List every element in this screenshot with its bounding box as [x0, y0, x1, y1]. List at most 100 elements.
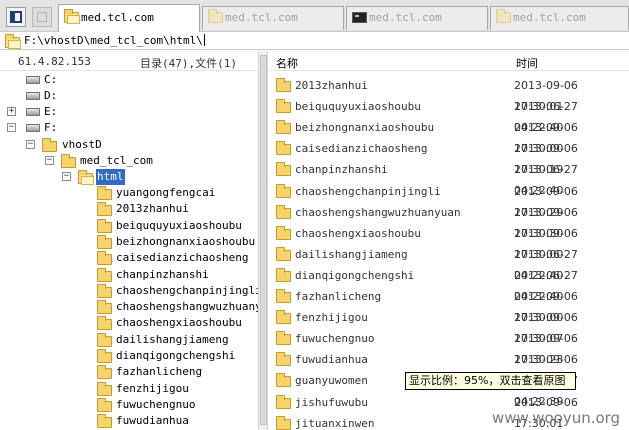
file-row[interactable]: dailishangjiameng 2013-06-27 04:22:40 — [268, 244, 629, 282]
column-name-header[interactable]: 名称 — [276, 55, 298, 71]
tree-item-label: caisedianzichaosheng — [116, 251, 249, 265]
file-row[interactable]: beizhongnanxiaoshoubu 2013-09-06 17:30:00 — [268, 117, 629, 155]
folder-icon — [97, 414, 112, 429]
folder-icon — [42, 138, 57, 152]
folder-icon — [97, 218, 112, 233]
file-name: beiququyuxiaoshoubu — [295, 100, 421, 114]
folder-icon — [61, 154, 76, 168]
tree-item-label: chaoshengchanpinjingli — [116, 283, 258, 297]
collapse-toggle-icon[interactable]: − — [7, 123, 16, 132]
drive-icon — [26, 108, 40, 116]
column-time-header[interactable]: 时间 — [516, 55, 538, 71]
tree-item-label: yuangongfengcai — [116, 186, 216, 199]
info-bar: 61.4.82.153 目录(47),文件(1) — [0, 51, 258, 71]
tree-item-label: fazhanlicheng — [116, 365, 203, 379]
tab-1[interactable]: med.tcl.com — [58, 4, 200, 32]
terminal-icon — [352, 12, 367, 23]
tab-2[interactable]: med.tcl.com — [202, 6, 344, 30]
folder-icon — [276, 204, 291, 219]
tree-item-label: fenzhijigou — [116, 381, 189, 395]
tree-item-label: fuwudianhua — [116, 414, 189, 428]
tab-2-label: med.tcl.com — [225, 11, 298, 24]
tab-4[interactable]: med.tcl.com — [490, 6, 629, 30]
folder-icon — [276, 99, 291, 114]
expand-toggle-icon[interactable]: + — [7, 107, 16, 116]
collapse-toggle-icon[interactable]: − — [45, 156, 54, 165]
drive-icon — [26, 124, 40, 132]
folder-icon — [276, 141, 291, 156]
folder-icon — [276, 120, 291, 135]
file-row[interactable]: fuwuchengnuo 2013-09-06 17:30:23 — [268, 328, 629, 366]
file-row[interactable]: chaoshengxiaoshoubu 2013-09-06 17:30:00 — [268, 223, 629, 261]
file-row[interactable]: chanpinzhanshi 2013-06-27 04:22:40 — [268, 159, 629, 197]
folder-icon — [97, 365, 112, 380]
folder-icon — [97, 202, 112, 217]
file-name: chaoshengshangwuzhuanyuan — [295, 205, 461, 219]
tab-4-label: med.tcl.com — [513, 11, 586, 24]
panel-toggle-button[interactable] — [6, 7, 26, 27]
file-name: dailishangjiameng — [295, 247, 408, 261]
scrollbar-thumb[interactable] — [260, 55, 267, 425]
drive-icon — [26, 76, 40, 84]
collapse-toggle-icon[interactable]: − — [26, 140, 35, 149]
file-row[interactable]: fuwudianhua2013-09-06 17:30:09 — [268, 349, 629, 387]
folder-icon — [5, 34, 21, 49]
folder-icon — [276, 246, 291, 261]
file-row[interactable]: fenzhijigou 2013-09-06 17:30:07 — [268, 307, 629, 345]
file-name: chaoshengchanpinjingli — [295, 184, 441, 198]
blank-tab-icon — [37, 12, 47, 22]
folder-icon — [97, 267, 112, 282]
zoom-tooltip: 显示比例：95%，双击查看原图 — [405, 372, 576, 390]
tree-scrollbar[interactable] — [258, 51, 268, 430]
folder-icon — [97, 381, 112, 396]
tree-drive-label: F: — [44, 121, 58, 134]
folder-icon — [276, 78, 291, 92]
file-row[interactable]: beiququyuxiaoshoubu 2013-06-27 04:22:40 — [268, 96, 629, 134]
tab-1-label: med.tcl.com — [81, 11, 154, 24]
tree-item-label: beizhongnanxiaoshoubu — [116, 234, 256, 248]
file-name: guanyuwomen — [295, 374, 368, 388]
file-row[interactable]: chaoshengshangwuzhuanyuan 2013-09-06 17:3… — [268, 202, 629, 240]
folder-icon — [276, 225, 291, 240]
folder-icon — [97, 251, 112, 266]
tree-item-label: 2013zhanhui — [116, 202, 189, 216]
address-path-text: F:\vhostD\med_tcl_com\html\ — [24, 34, 203, 47]
collapse-toggle-icon[interactable]: − — [62, 172, 71, 181]
file-row[interactable]: caisedianzichaosheng 2013-09-06 17:30:19 — [268, 138, 629, 176]
folder-icon — [276, 162, 291, 177]
file-name: chanpinzhanshi — [295, 163, 388, 177]
file-name: fazhanlicheng — [295, 290, 382, 303]
folder-icon — [97, 397, 112, 412]
folder-icon — [97, 186, 112, 200]
folder-icon — [97, 332, 112, 347]
file-row[interactable]: 2013zhanhui 2013-09-06 17:30:01 — [268, 75, 629, 113]
tree-item-label: med_tcl_com — [80, 154, 153, 167]
tree-item-label: chaoshengxiaoshoubu — [116, 316, 242, 330]
folder-icon — [276, 289, 291, 303]
file-row[interactable]: dianqigongchengshi 2013-06-27 04:22:40 — [268, 265, 629, 303]
file-row[interactable]: fazhanlicheng 2013-09-06 17:30:00 — [268, 286, 629, 324]
new-tab-button[interactable] — [32, 7, 52, 27]
file-name: jishufuwubu — [295, 395, 368, 409]
file-row[interactable]: chaoshengchanpinjingli 2013-09-06 17:30:2… — [268, 181, 629, 219]
folder-icon — [276, 394, 291, 409]
directory-tree: C: D: + E: − F: − vhostD − med_tcl_com −… — [0, 72, 258, 430]
folder-icon — [496, 9, 511, 23]
tab-3[interactable]: med.tcl.com — [346, 6, 488, 30]
address-bar[interactable]: F:\vhostD\med_tcl_com\html\ — [0, 32, 629, 50]
address-input[interactable]: F:\vhostD\med_tcl_com\html\ — [24, 34, 205, 47]
folder-icon — [276, 373, 291, 388]
file-name: fenzhijigou — [295, 311, 368, 325]
file-name: chaoshengxiaoshoubu — [295, 226, 421, 240]
folder-icon — [276, 310, 291, 325]
folder-icon — [97, 283, 112, 298]
folder-icon — [208, 9, 223, 23]
tree-drive-label: D: — [44, 89, 58, 102]
drive-icon — [26, 92, 40, 100]
file-name: fuwuchengnuo — [295, 332, 375, 346]
server-ip: 61.4.82.153 — [18, 55, 91, 68]
folder-icon — [276, 352, 291, 367]
folder-icon — [97, 316, 112, 331]
tree-item-label: fuwuchengnuo — [116, 397, 196, 411]
file-name: beizhongnanxiaoshoubu — [295, 121, 435, 135]
